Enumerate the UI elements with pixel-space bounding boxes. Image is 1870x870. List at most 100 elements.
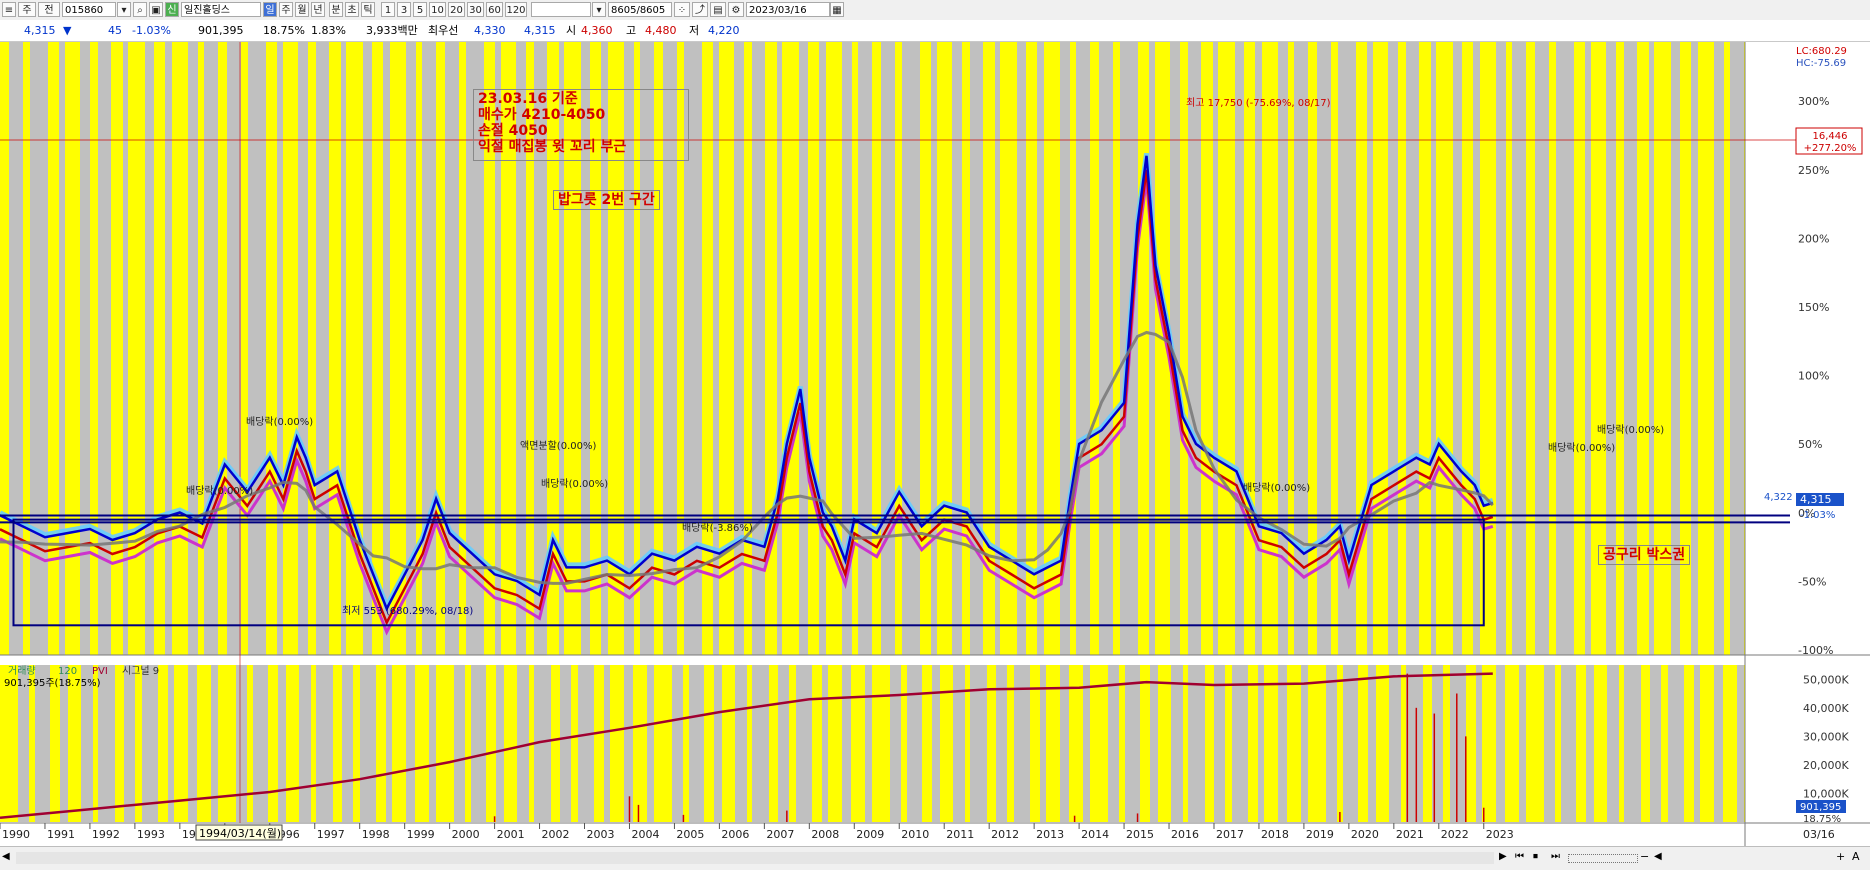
scroll-start-icon[interactable]: ⏮ <box>1515 851 1524 862</box>
dividend-label: 배당락(0.00%) <box>1243 482 1310 494</box>
volume-band-gray-stripe <box>842 665 851 822</box>
volume-band-gray-stripe <box>672 665 683 822</box>
volume-band-gray-stripe <box>1278 665 1287 822</box>
volume-band-gray-stripe <box>890 665 901 822</box>
volume-band-gray-stripe <box>124 665 135 822</box>
zoom-slider[interactable] <box>1568 854 1638 863</box>
band-gray-stripe <box>123 42 128 655</box>
volume-band-gray-stripe <box>471 665 486 822</box>
band-gray-stripe <box>858 42 872 655</box>
volume-band-gray-stripe <box>714 665 722 822</box>
price-tick-label: 150% <box>1798 301 1829 314</box>
volume-tick-label: 20,000K <box>1803 759 1849 772</box>
scrollbar-track[interactable] <box>16 852 1494 864</box>
band-gray-stripe <box>1730 42 1744 655</box>
volume-band-gray-stripe <box>953 665 965 822</box>
volume-band-gray-stripe <box>1214 665 1225 822</box>
volume-band-gray-stripe <box>647 665 654 822</box>
volume-legend-value: 901,395주(18.75%) <box>4 678 101 689</box>
scroll-left-icon[interactable]: ◀ <box>2 851 10 862</box>
band-gray-stripe <box>1473 42 1480 655</box>
dividend-label: 배당락(0.00%) <box>1597 424 1664 436</box>
volume-band-gray-stripe <box>168 665 174 822</box>
scale-hc-label: HC:-75.69 <box>1796 58 1847 69</box>
current-pct-label: -1.03% <box>1800 510 1835 521</box>
date-tick-label: 2010 <box>901 828 929 841</box>
volume-band-gray-stripe <box>1519 665 1526 822</box>
dividend-label: 배당락(0.00%) <box>541 478 608 490</box>
trade-plan-line4: 익절 매집봉 윗 꼬리 부근 <box>478 139 627 155</box>
band-gray-stripe <box>1213 42 1218 655</box>
date-tick-label: 2004 <box>631 828 659 841</box>
date-tick-label: 2018 <box>1261 828 1289 841</box>
price-tick-label: 100% <box>1798 370 1829 383</box>
volume-band-gray-stripe <box>578 665 594 822</box>
volume-band-gray-stripe <box>342 665 353 822</box>
volume-band-gray-stripe <box>822 665 828 822</box>
date-tick-label: 1992 <box>92 828 120 841</box>
scale-lc-label: LC:680.29 <box>1796 46 1847 57</box>
band-gray-stripe <box>145 42 154 655</box>
face-split-label: 액면분할(0.00%) <box>520 440 596 452</box>
volume-band-gray-stripe <box>735 665 747 822</box>
trade-plan-line3: 손절 4050 <box>478 123 548 139</box>
date-tick-label: 2002 <box>542 828 570 841</box>
band-gray-stripe <box>1294 42 1308 655</box>
zoom-in-icon[interactable]: + <box>1836 850 1845 863</box>
date-tick-label: 2007 <box>766 828 794 841</box>
volume-tick-label: 10,000K <box>1803 787 1849 800</box>
price-tick-label: 50% <box>1798 438 1822 451</box>
volume-band-gray-stripe <box>517 665 529 822</box>
dividend-label: 배당락(0.00%) <box>1548 442 1615 454</box>
band-gray-stripe <box>1255 42 1262 655</box>
band-gray-stripe <box>1235 42 1244 655</box>
volume-band-gray-stripe <box>386 665 392 822</box>
date-tick-label: 2003 <box>587 828 615 841</box>
scroll-left-small-icon[interactable]: ◀ <box>1654 851 1662 862</box>
date-tick-label: 2013 <box>1036 828 1064 841</box>
scroll-end-icon[interactable]: ⏭ <box>1551 851 1560 862</box>
scroll-right-icon[interactable]: ▶ <box>1499 851 1507 862</box>
date-tick-label: 2016 <box>1171 828 1199 841</box>
volume-band-gray-stripe <box>1694 665 1700 822</box>
price-chart[interactable]: 최고 17,750 (-75.69%, 08/17) 최저 553 (680.29… <box>0 0 1870 846</box>
current-volume-label: 901,395 <box>1800 802 1841 813</box>
band-gray-stripe <box>1037 42 1044 655</box>
reference-marker-pct: +277.20% <box>1804 143 1857 154</box>
band-gray-stripe <box>1099 42 1113 655</box>
date-tick-label: 2019 <box>1306 828 1334 841</box>
band-gray-stripe <box>1431 42 1436 655</box>
volume-legend-param: 120 <box>58 666 77 677</box>
band-gray-stripe <box>995 42 1000 655</box>
scroll-stop-icon[interactable]: ⏹ <box>1533 851 1538 862</box>
range-label: 공구리 박스권 <box>1598 545 1691 565</box>
volume-band-gray-stripe <box>236 665 247 822</box>
date-tick-label: 1993 <box>137 828 165 841</box>
date-tick-label: 2011 <box>946 828 974 841</box>
zoom-out-icon[interactable]: − <box>1640 850 1649 863</box>
dividend-2002-label: 배당락(-3.86%) <box>682 522 753 534</box>
volume-band-gray-stripe <box>98 665 115 822</box>
auto-scale-icon[interactable]: A <box>1852 850 1860 863</box>
band-gray-stripe <box>59 42 65 655</box>
volume-band-gray-stripe <box>1301 665 1308 822</box>
volume-band-gray-stripe <box>1586 665 1594 822</box>
volume-band-gray-stripe <box>360 665 376 822</box>
band-gray-stripe <box>1496 42 1506 655</box>
band-gray-stripe <box>80 42 90 655</box>
volume-band-gray-stripe <box>1188 665 1205 822</box>
volume-legend-item: 거래량 <box>8 665 36 677</box>
band-gray-stripe <box>819 42 826 655</box>
band-gray-stripe <box>1453 42 1462 655</box>
current-volume-pct: 18.75% <box>1803 814 1841 825</box>
dividend-label: 배당락(0.00%) <box>246 416 313 428</box>
price-tick-label: 300% <box>1798 95 1829 108</box>
date-tick-label: 2001 <box>497 828 525 841</box>
volume-band-gray-stripe <box>429 665 436 822</box>
volume-band-gray-stripe <box>1389 665 1401 822</box>
band-gray-stripe <box>1556 42 1574 655</box>
volume-band-gray-stripe <box>865 665 872 822</box>
bottom-scroll-bar: ◀ ▶ ⏮ ⏹ ⏭ − ◀ + A <box>0 846 1870 870</box>
trade-plan-box: 23.03.16 기준 매수가 4210-4050 손절 4050 익절 매집봉… <box>473 89 689 161</box>
date-tick-label: 2023 <box>1486 828 1514 841</box>
